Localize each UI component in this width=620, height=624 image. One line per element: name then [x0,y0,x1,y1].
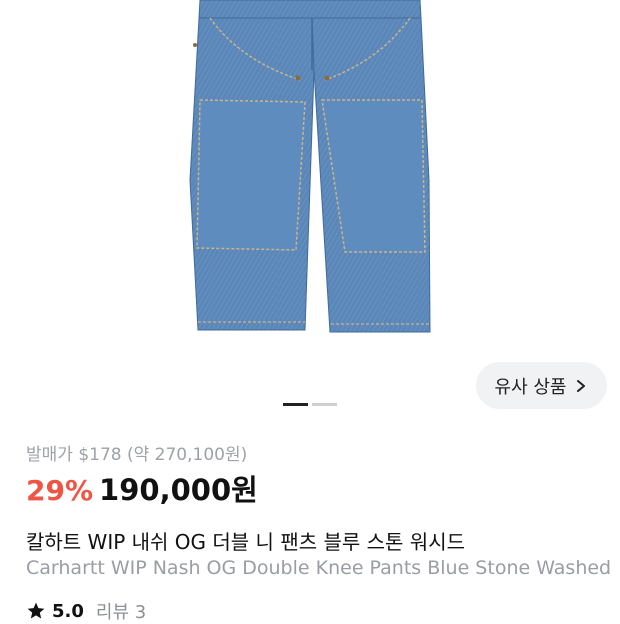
rating-row[interactable]: 5.0 리뷰 3 [26,598,146,624]
rating-score: 5.0 [52,600,84,622]
jeans-illustration [189,0,431,333]
similar-products-label: 유사 상품 [494,376,567,398]
chevron-right-icon [574,379,588,393]
discount-percent: 29% [26,474,94,507]
product-title-english: Carhartt WIP Nash OG Double Knee Pants B… [26,557,612,579]
price-row: 29% 190,000원 [26,467,258,509]
review-count[interactable]: 리뷰 3 [96,598,146,624]
gallery-dot-1[interactable] [283,403,308,406]
star-icon [26,601,46,621]
gallery-pagination [283,403,337,406]
gallery-dot-2[interactable] [312,403,337,406]
product-image[interactable] [0,0,620,385]
retail-price-label: 발매가 $178 (약 270,100원) [26,445,248,465]
similar-products-button[interactable]: 유사 상품 [476,362,607,409]
sale-price: 190,000원 [99,473,258,507]
product-title-korean: 칼하트 WIP 내쉬 OG 더블 니 팬츠 블루 스톤 워시드 [26,530,465,554]
